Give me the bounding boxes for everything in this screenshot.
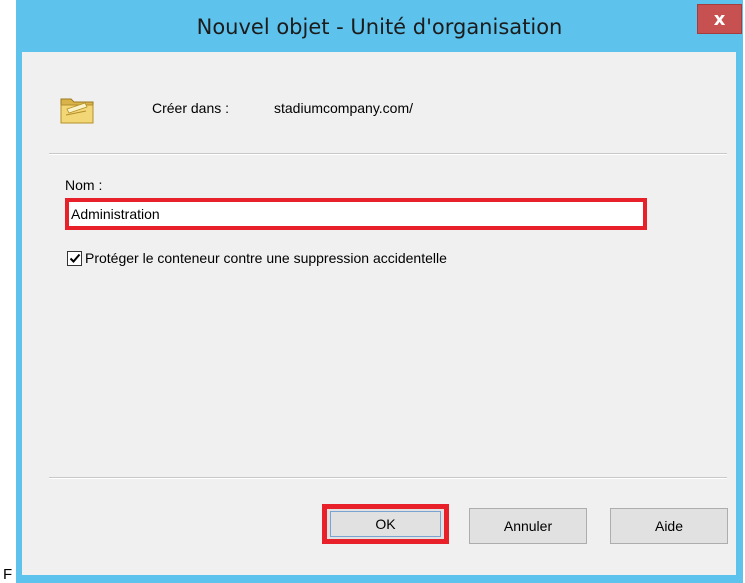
name-label: Nom : <box>65 177 103 193</box>
ok-button[interactable]: OK <box>322 504 449 544</box>
help-button[interactable]: Aide <box>610 508 728 544</box>
cancel-button[interactable]: Annuler <box>469 508 587 544</box>
help-button-label: Aide <box>654 518 684 534</box>
dialog-title: Nouvel objet - Unité d'organisation <box>196 15 563 39</box>
new-ou-dialog: Nouvel objet - Unité d'organisation x Cr… <box>16 0 743 583</box>
protect-checkbox-label: Protéger le conteneur contre une suppres… <box>85 250 447 266</box>
title-bar[interactable]: Nouvel objet - Unité d'organisation x <box>16 0 743 52</box>
name-input[interactable]: Administration <box>65 198 647 230</box>
create-in-value: stadiumcompany.com/ <box>274 100 414 116</box>
close-button[interactable]: x <box>697 4 742 34</box>
close-icon: x <box>713 8 726 30</box>
create-in-label: Créer dans : <box>152 100 230 116</box>
protect-checkbox[interactable] <box>67 250 82 266</box>
ou-folder-icon <box>60 98 94 124</box>
separator <box>49 153 727 155</box>
dialog-body: Créer dans : stadiumcompany.com/ Nom : A… <box>22 52 736 575</box>
stray-text: F <box>3 566 13 583</box>
separator <box>49 477 727 479</box>
cancel-button-label: Annuler <box>503 518 553 534</box>
checkmark-icon <box>69 253 80 263</box>
protect-option[interactable]: Protéger le conteneur contre une suppres… <box>67 250 447 266</box>
ok-button-label: OK <box>375 516 396 532</box>
